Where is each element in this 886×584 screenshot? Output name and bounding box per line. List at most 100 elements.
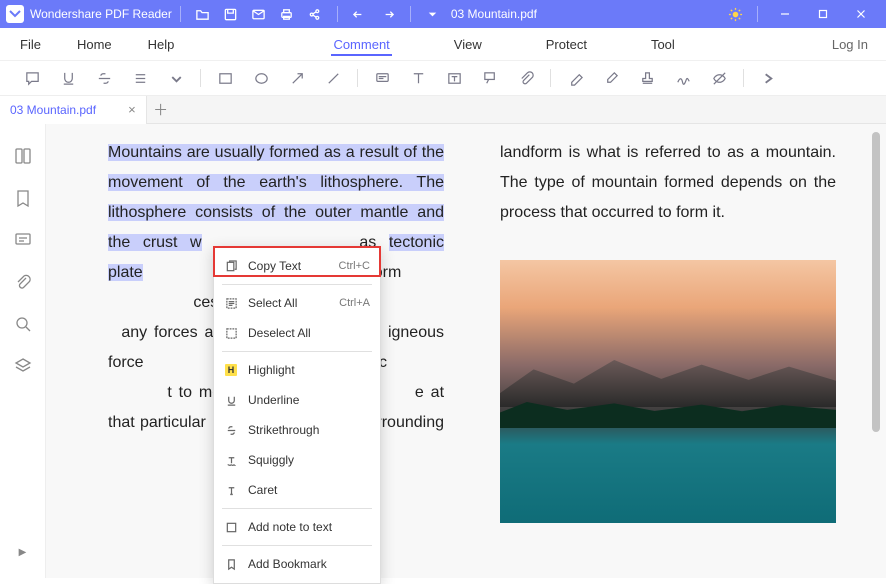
chevron-down-icon[interactable] (161, 65, 191, 91)
bookmark-icon[interactable] (13, 188, 33, 208)
callout-tool-icon[interactable] (475, 65, 505, 91)
list-tool-icon[interactable] (125, 65, 155, 91)
work-area: ▶ Mountains are usually formed as a resu… (0, 124, 886, 578)
text-tool-icon[interactable] (403, 65, 433, 91)
scrollbar[interactable] (872, 132, 880, 570)
theme-icon[interactable] (725, 4, 745, 24)
ctx-strikethrough[interactable]: Strikethrough (214, 415, 380, 445)
left-sidebar: ▶ (0, 124, 46, 578)
document-tab[interactable]: 03 Mountain.pdf × (0, 96, 147, 124)
ctx-label: Caret (248, 483, 370, 497)
select-all-icon (224, 296, 238, 310)
underline-icon (224, 393, 238, 407)
underline-tool-icon[interactable] (53, 65, 83, 91)
open-file-icon[interactable] (193, 4, 213, 24)
share-icon[interactable] (305, 4, 325, 24)
ctx-label: Underline (248, 393, 370, 407)
title-bar: Wondershare PDF Reader 03 Mountain.pdf (0, 0, 886, 28)
squiggly-icon (224, 453, 238, 467)
title-filename: 03 Mountain.pdf (451, 7, 537, 21)
tab-label: 03 Mountain.pdf (10, 103, 96, 117)
body-text: landform is what is referred to as a mou… (500, 144, 836, 221)
document-content[interactable]: Mountains are usually formed as a result… (46, 124, 886, 578)
column-2: landform is what is referred to as a mou… (500, 138, 836, 564)
note-icon (224, 520, 238, 534)
attachments-icon[interactable] (13, 272, 33, 292)
ctx-label: Deselect All (248, 326, 370, 340)
undo-icon[interactable] (350, 4, 370, 24)
ctx-label: Add note to text (248, 520, 370, 534)
menu-comment[interactable]: Comment (331, 33, 391, 56)
correction-tool-icon[interactable] (596, 65, 626, 91)
app-logo (6, 5, 24, 23)
mail-icon[interactable] (249, 4, 269, 24)
separator (222, 284, 372, 285)
menu-help[interactable]: Help (146, 33, 177, 56)
dropdown-icon[interactable] (423, 4, 443, 24)
ctx-add-note[interactable]: Add note to text (214, 512, 380, 542)
menu-home[interactable]: Home (75, 33, 114, 56)
save-icon[interactable] (221, 4, 241, 24)
minimize-button[interactable] (766, 0, 804, 28)
deselect-icon (224, 326, 238, 340)
ctx-shortcut: Ctrl+C (339, 260, 370, 272)
strikethrough-tool-icon[interactable] (89, 65, 119, 91)
menu-tool[interactable]: Tool (649, 33, 677, 56)
ctx-label: Squiggly (248, 453, 370, 467)
caret-icon (224, 483, 238, 497)
divider (757, 6, 758, 22)
ctx-label: Add Bookmark (248, 557, 370, 571)
comments-icon[interactable] (13, 230, 33, 250)
rectangle-tool-icon[interactable] (210, 65, 240, 91)
tab-close-icon[interactable]: × (128, 102, 136, 117)
toolbar (0, 60, 886, 96)
ctx-copy-text[interactable]: Copy Text Ctrl+C (214, 251, 380, 281)
stamp-tool-icon[interactable] (632, 65, 662, 91)
menu-view[interactable]: View (452, 33, 484, 56)
comment-tool-icon[interactable] (367, 65, 397, 91)
divider (337, 6, 338, 22)
close-button[interactable] (842, 0, 880, 28)
divider (180, 6, 181, 22)
search-icon[interactable] (13, 314, 33, 334)
ctx-deselect-all[interactable]: Deselect All (214, 318, 380, 348)
maximize-button[interactable] (804, 0, 842, 28)
bookmark-icon (224, 557, 238, 571)
document-image (500, 260, 836, 523)
ctx-underline[interactable]: Underline (214, 385, 380, 415)
more-tools-icon[interactable] (753, 65, 783, 91)
menu-protect[interactable]: Protect (544, 33, 589, 56)
ctx-select-all[interactable]: Select All Ctrl+A (214, 288, 380, 318)
ctx-shortcut: Ctrl+A (339, 297, 370, 309)
redo-icon[interactable] (378, 4, 398, 24)
attachment-tool-icon[interactable] (511, 65, 541, 91)
oval-tool-icon[interactable] (246, 65, 276, 91)
tab-add-button[interactable]: ＋ (147, 99, 175, 120)
eraser-tool-icon[interactable] (560, 65, 590, 91)
scrollbar-thumb[interactable] (872, 132, 880, 432)
arrow-tool-icon[interactable] (282, 65, 312, 91)
sidebar-expand-icon[interactable]: ▶ (19, 547, 27, 558)
separator (222, 351, 372, 352)
layers-icon[interactable] (13, 356, 33, 376)
line-tool-icon[interactable] (318, 65, 348, 91)
app-title: Wondershare PDF Reader (30, 7, 172, 21)
ctx-squiggly[interactable]: Squiggly (214, 445, 380, 475)
thumbnails-icon[interactable] (13, 146, 33, 166)
ctx-label: Select All (248, 296, 329, 310)
note-tool-icon[interactable] (17, 65, 47, 91)
hide-tool-icon[interactable] (704, 65, 734, 91)
textbox-tool-icon[interactable] (439, 65, 469, 91)
menu-bar: File Home Help Comment View Protect Tool… (0, 28, 886, 60)
ctx-caret[interactable]: Caret (214, 475, 380, 505)
ctx-highlight[interactable]: H Highlight (214, 355, 380, 385)
divider (410, 6, 411, 22)
login-button[interactable]: Log In (832, 37, 868, 52)
highlight-icon: H (224, 363, 238, 377)
tab-bar: 03 Mountain.pdf × ＋ (0, 96, 886, 124)
menu-file[interactable]: File (18, 33, 43, 56)
strikethrough-icon (224, 423, 238, 437)
ctx-add-bookmark[interactable]: Add Bookmark (214, 549, 380, 579)
signature-tool-icon[interactable] (668, 65, 698, 91)
print-icon[interactable] (277, 4, 297, 24)
